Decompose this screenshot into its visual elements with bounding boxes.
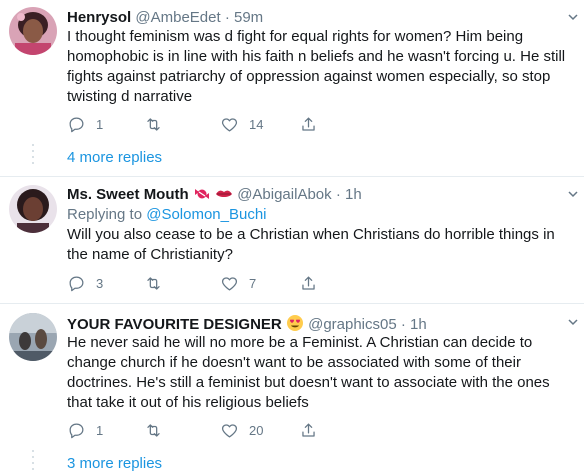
retweet-button[interactable] bbox=[144, 272, 163, 294]
share-icon bbox=[302, 276, 315, 290]
heart-icon bbox=[221, 117, 238, 131]
separator-dot: · bbox=[224, 9, 230, 26]
replying-to-label: Replying to bbox=[67, 206, 147, 223]
chevron-down-icon[interactable] bbox=[568, 12, 578, 22]
like-button[interactable]: 20 bbox=[220, 419, 263, 441]
heart-eyes-emoji-icon bbox=[286, 315, 303, 331]
user-handle[interactable]: @AmbeEdet bbox=[135, 9, 220, 26]
share-button[interactable] bbox=[299, 419, 318, 441]
tweet-text-line: doctrines. He's still a feminist but doe… bbox=[67, 374, 550, 391]
tweet-header: Ms. Sweet Mouth @AbigailAbok · 1h bbox=[67, 186, 362, 204]
like-button[interactable]: 14 bbox=[220, 113, 263, 135]
tweet-your-favourite-designer[interactable]: YOUR FAVOURITE DESIGNER @graphics05 · 1h… bbox=[0, 304, 584, 475]
heart-icon bbox=[221, 276, 238, 290]
more-replies-link[interactable]: 4 more replies bbox=[67, 149, 162, 166]
replying-to: Replying to @Solomon_Buchi bbox=[67, 206, 267, 224]
timestamp[interactable]: 1h bbox=[410, 316, 427, 333]
share-icon bbox=[302, 423, 315, 437]
display-name[interactable]: Ms. Sweet Mouth bbox=[67, 186, 189, 203]
like-count: 14 bbox=[249, 116, 264, 132]
reply-icon bbox=[69, 423, 84, 438]
tweet-text-line: change church if he doesn't want to be a… bbox=[67, 354, 521, 371]
tweet-text-line: the name of Christianity? bbox=[67, 246, 233, 263]
reply-count: 1 bbox=[96, 422, 104, 438]
retweet-icon bbox=[147, 423, 160, 437]
chevron-down-icon[interactable] bbox=[568, 189, 578, 199]
reply-button[interactable]: 3 bbox=[67, 272, 103, 294]
retweet-button[interactable] bbox=[144, 419, 163, 441]
tweet-text-line: Will you also cease to be a Christian wh… bbox=[67, 226, 555, 243]
retweet-icon bbox=[147, 117, 160, 131]
reply-count: 1 bbox=[96, 116, 104, 132]
like-count: 7 bbox=[249, 275, 257, 291]
reply-button[interactable]: 1 bbox=[67, 419, 103, 441]
tweet-text-line: He never said he will no more be a Femin… bbox=[67, 334, 533, 351]
tweet-actions: 1 20 bbox=[67, 419, 367, 441]
avatar[interactable] bbox=[9, 7, 57, 55]
reply-button[interactable]: 1 bbox=[67, 113, 103, 135]
thread-connector bbox=[32, 144, 34, 168]
tweet-text-line: homophobic is in line with his faith n b… bbox=[67, 48, 566, 65]
separator-dot: · bbox=[335, 186, 341, 203]
tweet-text-line: twisting d narrative bbox=[67, 88, 193, 105]
share-button[interactable] bbox=[299, 272, 318, 294]
user-handle[interactable]: @AbigailAbok bbox=[237, 186, 331, 203]
tweet-actions: 3 7 bbox=[67, 272, 367, 294]
reply-icon bbox=[69, 117, 84, 132]
thread-connector bbox=[32, 450, 34, 474]
replying-to-handle[interactable]: @Solomon_Buchi bbox=[146, 206, 266, 223]
lips-emoji-icon bbox=[216, 190, 233, 197]
like-button[interactable]: 7 bbox=[220, 272, 256, 294]
tweet-text-line: that take it out of his religious belief… bbox=[67, 394, 309, 411]
tweet-header: Henrysol @AmbeEdet · 59m bbox=[67, 9, 263, 27]
retweet-button[interactable] bbox=[144, 113, 163, 135]
candy-emoji-icon bbox=[194, 189, 209, 199]
chevron-down-icon[interactable] bbox=[568, 317, 578, 327]
user-handle[interactable]: @graphics05 bbox=[308, 316, 397, 333]
display-name[interactable]: YOUR FAVOURITE DESIGNER bbox=[67, 316, 282, 333]
heart-icon bbox=[221, 423, 238, 437]
tweet-text-line: fights against patriarchy of oppression … bbox=[67, 68, 551, 85]
tweet-henrysol[interactable]: Henrysol @AmbeEdet · 59m I thought femin… bbox=[0, 0, 584, 176]
tweet-text-line: I thought feminism was d fight for equal… bbox=[67, 28, 524, 45]
reply-icon bbox=[69, 276, 84, 291]
avatar[interactable] bbox=[9, 185, 57, 233]
share-button[interactable] bbox=[299, 113, 318, 135]
timestamp[interactable]: 59m bbox=[234, 9, 263, 26]
separator-dot: · bbox=[400, 316, 406, 333]
tweet-ms-sweet-mouth[interactable]: Ms. Sweet Mouth @AbigailAbok · 1h Replyi… bbox=[0, 177, 584, 303]
more-replies-link[interactable]: 3 more replies bbox=[67, 455, 162, 472]
share-icon bbox=[302, 117, 315, 131]
tweet-actions: 1 14 bbox=[67, 113, 367, 135]
tweet-text: He never said he will no more be a Femin… bbox=[67, 333, 550, 413]
tweet-header: YOUR FAVOURITE DESIGNER @graphics05 · 1h bbox=[67, 314, 427, 334]
retweet-icon bbox=[147, 276, 160, 290]
display-name[interactable]: Henrysol bbox=[67, 9, 131, 26]
avatar[interactable] bbox=[9, 313, 57, 361]
tweet-text: Will you also cease to be a Christian wh… bbox=[67, 225, 555, 265]
like-count: 20 bbox=[249, 422, 264, 438]
tweet-text: I thought feminism was d fight for equal… bbox=[67, 27, 565, 107]
timestamp[interactable]: 1h bbox=[345, 186, 362, 203]
reply-count: 3 bbox=[96, 275, 104, 291]
